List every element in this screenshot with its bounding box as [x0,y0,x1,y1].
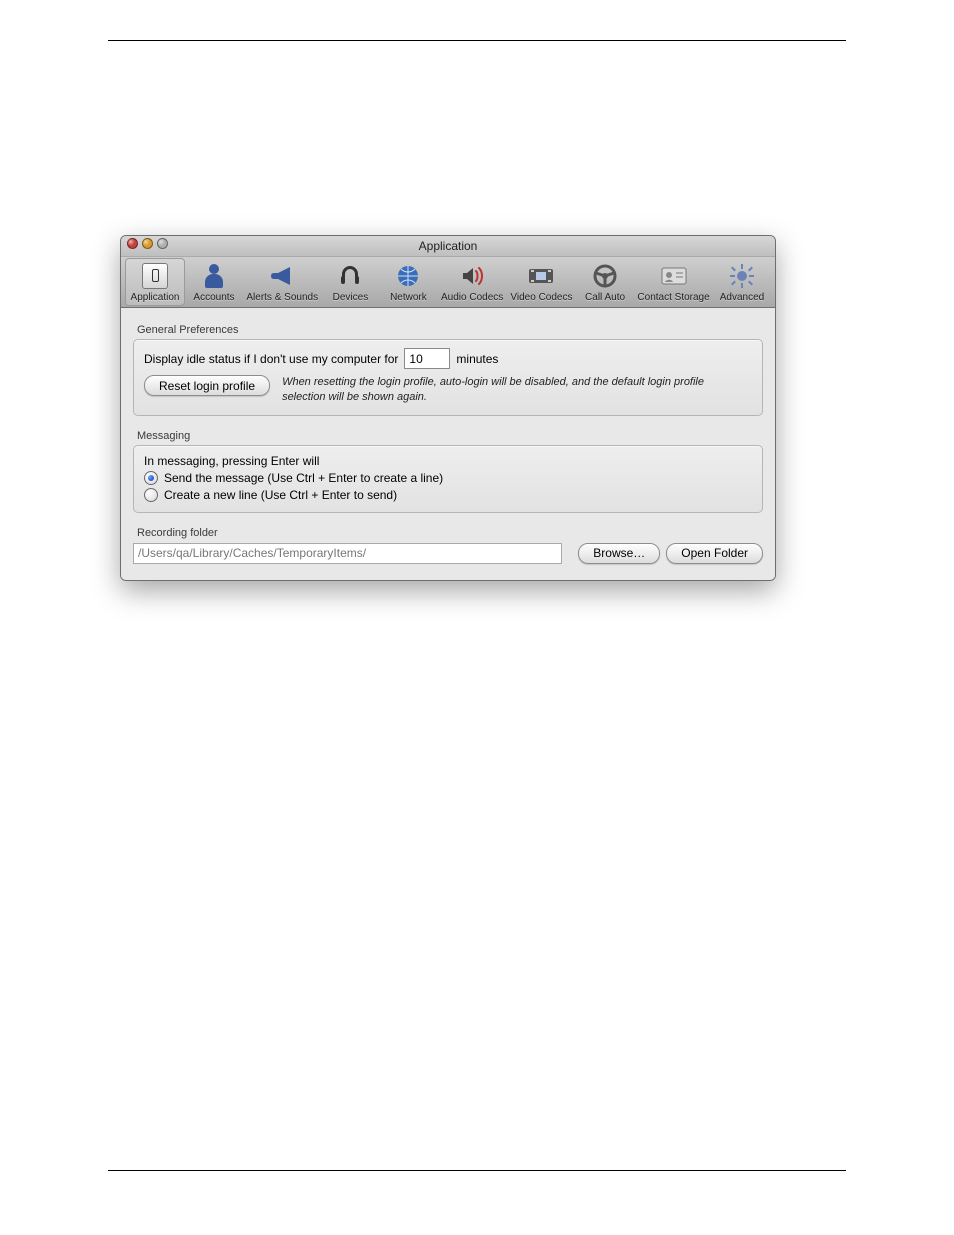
page-rule-top [108,40,846,41]
preferences-toolbar: Application Accounts Alerts & Sounds Dev… [121,257,775,308]
application-icon [140,261,170,291]
toolbar-item-contact-storage[interactable]: Contact Storage [634,259,713,305]
messaging-groupbox: In messaging, pressing Enter will Send t… [133,445,763,513]
network-icon [393,261,423,291]
advanced-icon [727,261,757,291]
toolbar-item-audio-codecs[interactable]: Audio Codecs [437,259,506,305]
document-page: Application Application Accounts Al [0,0,954,1235]
radio-icon [144,471,158,485]
reset-row: Reset login profile When resetting the l… [144,375,752,405]
idle-prefix-label: Display idle status if I don't use my co… [144,352,398,366]
reset-help-text: When resetting the login profile, auto-l… [282,375,712,405]
preferences-content: General Preferences Display idle status … [121,308,775,580]
messaging-option-label: Send the message (Use Ctrl + Enter to cr… [164,471,443,485]
zoom-icon[interactable] [157,238,168,249]
toolbar-item-devices[interactable]: Devices [321,259,379,305]
toolbar-label: Advanced [720,292,764,303]
video-codecs-icon [526,261,556,291]
toolbar-label: Video Codecs [510,292,572,303]
toolbar-item-accounts[interactable]: Accounts [185,259,243,305]
idle-suffix-label: minutes [456,352,498,366]
section-label-recording: Recording folder [137,527,763,539]
toolbar-item-advanced[interactable]: Advanced [713,259,771,305]
radio-icon [144,488,158,502]
window-title: Application [419,239,478,253]
section-label-messaging: Messaging [137,430,763,442]
preferences-window: Application Application Accounts Al [120,235,776,581]
traffic-lights [127,238,168,249]
toolbar-label: Network [390,292,427,303]
toolbar-label: Contact Storage [637,292,709,303]
reset-login-profile-button[interactable]: Reset login profile [144,375,270,396]
messaging-option-label: Create a new line (Use Ctrl + Enter to s… [164,488,397,502]
titlebar: Application [121,236,775,257]
messaging-prompt: In messaging, pressing Enter will [144,454,752,468]
audio-codecs-icon [457,261,487,291]
idle-row: Display idle status if I don't use my co… [144,348,752,369]
general-groupbox: Display idle status if I don't use my co… [133,339,763,416]
recording-row: Browse… Open Folder [133,543,763,564]
minimize-icon[interactable] [142,238,153,249]
messaging-option-newline[interactable]: Create a new line (Use Ctrl + Enter to s… [144,488,752,502]
section-label-general: General Preferences [137,324,763,336]
toolbar-label: Accounts [193,292,234,303]
toolbar-label: Devices [333,292,369,303]
messaging-option-send[interactable]: Send the message (Use Ctrl + Enter to cr… [144,471,752,485]
toolbar-item-call-auto[interactable]: Call Auto [576,259,634,305]
toolbar-item-application[interactable]: Application [125,258,185,306]
toolbar-label: Alerts & Sounds [246,292,318,303]
toolbar-label: Audio Codecs [441,292,503,303]
recording-path-input[interactable] [133,543,562,564]
close-icon[interactable] [127,238,138,249]
devices-icon [335,261,365,291]
accounts-icon [199,261,229,291]
call-auto-icon [590,261,620,291]
alerts-icon [267,261,297,291]
open-folder-button[interactable]: Open Folder [666,543,763,564]
toolbar-item-video-codecs[interactable]: Video Codecs [507,259,576,305]
page-rule-bottom [108,1170,846,1171]
toolbar-label: Call Auto [585,292,625,303]
idle-minutes-input[interactable] [404,348,450,369]
toolbar-item-alerts[interactable]: Alerts & Sounds [243,259,321,305]
toolbar-item-network[interactable]: Network [379,259,437,305]
toolbar-label: Application [131,292,180,303]
contact-storage-icon [659,261,689,291]
browse-button[interactable]: Browse… [578,543,660,564]
